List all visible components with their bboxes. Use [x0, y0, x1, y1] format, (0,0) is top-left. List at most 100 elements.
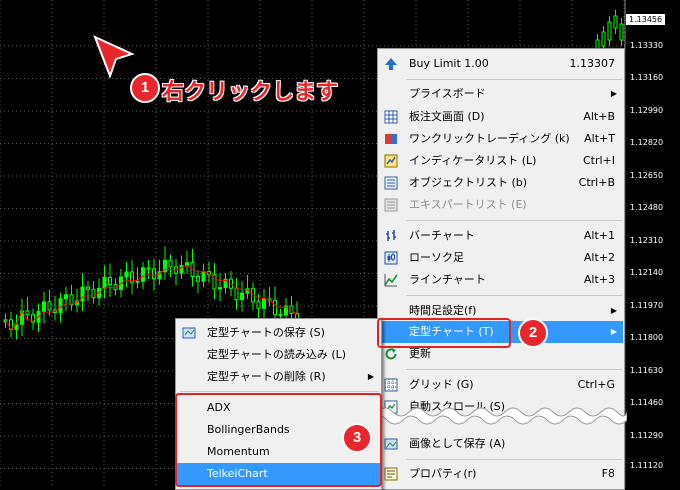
- one-click-icon: [385, 134, 397, 144]
- menu-item-label: インディケータリスト (L): [409, 154, 537, 167]
- candle-body: [86, 286, 90, 290]
- price-axis-label: 1.11460: [630, 398, 664, 407]
- submenu-arrow-icon: ▶: [367, 372, 374, 381]
- menu-item-label: バーチャート: [409, 229, 475, 242]
- menu-item-order-board[interactable]: 板注文画面 (D) Alt+B: [379, 106, 623, 128]
- candle-body: [69, 294, 74, 306]
- price-axis-label: 1.12990: [630, 106, 664, 115]
- menu-item-label: プライスボード: [409, 87, 486, 100]
- price-axis-label: 1.11120: [630, 461, 664, 470]
- menu-shortcut: Ctrl+I: [582, 154, 615, 167]
- step-2-highlight-box: [377, 318, 511, 348]
- candle-body: [218, 287, 222, 290]
- candle-body: [141, 267, 145, 282]
- current-price-label: 1.13456: [626, 14, 666, 25]
- menu-item-label: オブジェクトリスト (b): [409, 176, 528, 189]
- menu-item-object-list[interactable]: オブジェクトリスト (b) Ctrl+B: [379, 172, 623, 194]
- menu-shortcut: Ctrl+G: [577, 378, 615, 391]
- price-axis-label: 1.12140: [630, 268, 664, 277]
- buy-limit-price: 1.13307: [569, 57, 616, 70]
- price-axis-label: 1.13330: [630, 41, 664, 50]
- price-axis-label: 1.12650: [630, 171, 664, 180]
- menu-shortcut: Alt+2: [583, 251, 615, 264]
- menu-item-bar-chart[interactable]: バーチャート Alt+1: [379, 225, 623, 247]
- menu-item-grid[interactable]: グリッド (G) Ctrl+G: [379, 374, 623, 396]
- price-axis-label: 1.11970: [630, 301, 664, 310]
- menu-separator: [406, 79, 622, 80]
- menu-item-line-chart[interactable]: ラインチャート Alt+3: [379, 269, 623, 291]
- candlestick-icon: [384, 251, 398, 265]
- price-axis-label: 1.12820: [630, 138, 664, 147]
- menu-item-indicator-list[interactable]: インディケータリスト (L) Ctrl+I: [379, 150, 623, 172]
- menu-separator: [406, 220, 622, 221]
- submenu-arrow-icon: ▶: [610, 306, 617, 315]
- candle-body: [31, 314, 35, 323]
- submenu-item-load-template[interactable]: 定型チャートの読み込み (L): [177, 344, 380, 366]
- price-axis-label: 1.13160: [630, 73, 664, 82]
- menu-separator: [406, 295, 622, 296]
- candle-body: [240, 292, 244, 301]
- candle-body: [42, 301, 46, 312]
- menu-item-expert-list: エキスパートリスト (E): [379, 194, 623, 216]
- menu-item-candlestick[interactable]: ローソク足 Alt+2: [379, 247, 623, 269]
- menu-item-label: ローソク足: [409, 251, 464, 264]
- menu-item-buy-limit[interactable]: Buy Limit 1.00 1.13307: [379, 53, 623, 75]
- expert-list-icon: [384, 198, 398, 212]
- step-1-badge: 1: [130, 73, 160, 103]
- grid-icon: [384, 378, 398, 392]
- candle-body: [108, 276, 112, 286]
- candle-body: [201, 271, 206, 282]
- candle-body: [196, 276, 200, 282]
- submenu-item-delete-template[interactable]: 定型チャートの削除 (R) ▶: [177, 366, 380, 388]
- menu-item-label: ワンクリックトレーディング (k): [409, 132, 570, 145]
- menu-shortcut: F8: [601, 467, 615, 480]
- menu-item-label: グリッド (G): [409, 378, 474, 391]
- menu-shortcut: Alt+T: [584, 132, 615, 145]
- candle-body: [80, 286, 85, 302]
- buy-limit-label: Buy Limit 1.00: [409, 57, 489, 70]
- price-axis-label: 1.11630: [630, 366, 664, 375]
- menu-separator: [406, 369, 622, 370]
- candle-body: [234, 287, 239, 301]
- save-template-icon: [182, 327, 196, 339]
- candle-body: [47, 301, 52, 311]
- line-chart-icon: [384, 274, 398, 287]
- menu-shortcut: Alt+3: [583, 273, 615, 286]
- menu-item-label: 定型チャートの保存 (S): [207, 326, 325, 339]
- menu-item-label: エキスパートリスト (E): [409, 198, 527, 211]
- step-3-badge: 3: [342, 423, 372, 453]
- price-axis-label: 1.11800: [630, 333, 664, 342]
- menu-shortcut: Ctrl+B: [578, 176, 615, 189]
- menu-item-price-board[interactable]: プライスボード ▶: [379, 83, 623, 105]
- menu-item-save-as-image[interactable]: 画像として保存 (A): [379, 433, 623, 455]
- menu-separator: [406, 459, 622, 460]
- object-list-icon: [384, 176, 398, 190]
- buy-arrow-icon: [385, 58, 397, 70]
- price-axis-label: 1.12480: [630, 203, 664, 212]
- candle-body: [102, 276, 107, 289]
- candle-body: [152, 268, 156, 280]
- price-axis-label: 1.12310: [630, 236, 664, 245]
- menu-item-label: 定型チャートの削除 (R): [207, 370, 326, 383]
- menu-item-label: 画像として保存 (A): [409, 437, 506, 450]
- grid-table-icon: [384, 110, 398, 124]
- candle-body: [613, 15, 618, 29]
- torn-edge-divider: [377, 407, 627, 425]
- menu-item-label: 定型チャートの読み込み (L): [207, 348, 347, 361]
- candle-body: [135, 280, 140, 283]
- refresh-icon: [385, 348, 397, 360]
- indicator-list-icon: [384, 154, 398, 168]
- menu-shortcut: Alt+1: [583, 229, 615, 242]
- candle-body: [168, 259, 173, 268]
- candle-body: [278, 314, 283, 317]
- candle-body: [619, 23, 624, 41]
- candle-body: [601, 31, 606, 47]
- bar-chart-icon: [386, 230, 396, 241]
- menu-item-properties[interactable]: プロパティ(r) F8: [379, 463, 623, 485]
- properties-icon: [384, 467, 398, 481]
- menu-item-one-click-trading[interactable]: ワンクリックトレーディング (k) Alt+T: [379, 128, 623, 150]
- submenu-item-save-template[interactable]: 定型チャートの保存 (S): [177, 322, 380, 344]
- menu-item-label: プロパティ(r): [409, 467, 477, 480]
- candle-body: [185, 262, 189, 267]
- candle-body: [273, 299, 277, 316]
